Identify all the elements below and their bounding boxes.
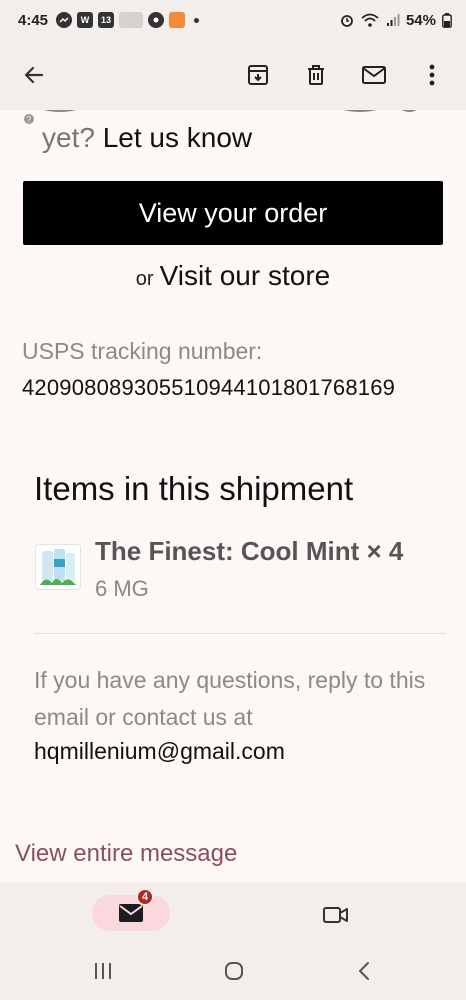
help-icon: ? <box>24 114 34 124</box>
visit-store-link[interactable]: Visit our store <box>160 260 331 291</box>
let-us-know-link[interactable]: Let us know <box>103 122 252 153</box>
alarm-icon <box>341 15 353 27</box>
back-arrow-icon[interactable] <box>20 61 48 89</box>
mail-badge: 4 <box>136 888 154 906</box>
status-bar: 4:45 W 13 54% <box>0 0 466 40</box>
back-nav-icon[interactable] <box>356 961 372 986</box>
signal-icon <box>386 14 400 26</box>
system-nav-bar <box>0 945 466 1000</box>
bottom-nav: 4 <box>0 883 466 945</box>
archive-icon[interactable] <box>244 61 272 89</box>
tracking-label: USPS tracking number: <box>22 338 263 364</box>
view-entire-message-link[interactable]: View entire message <box>15 840 237 868</box>
questions-text: If you have any questions, reply to this… <box>34 667 426 730</box>
mark-unread-icon[interactable] <box>360 61 388 89</box>
view-order-button[interactable]: View your order <box>23 181 443 245</box>
divider <box>34 633 446 634</box>
bodyweight-icon <box>119 12 144 28</box>
notification-icons: W 13 <box>56 12 200 28</box>
home-icon[interactable] <box>224 961 244 986</box>
clipped-text-fragment <box>43 110 417 112</box>
or-text: or <box>135 268 154 290</box>
battery-percent: 54% <box>405 11 436 29</box>
tracking-number[interactable]: 420908089305510944101801768169 <box>22 375 395 401</box>
delete-icon[interactable] <box>302 61 330 89</box>
email-body: ? yet? Let us know View your order or Vis… <box>0 110 466 883</box>
recent-apps-icon[interactable] <box>93 961 113 986</box>
target-icon <box>148 12 165 28</box>
battery-icon <box>442 12 452 28</box>
more-vert-icon[interactable] <box>418 61 446 89</box>
mail-tab[interactable] <box>92 895 170 931</box>
meet-tab[interactable] <box>322 905 350 930</box>
wifi-icon <box>361 13 379 27</box>
contact-email-link[interactable]: hqmillenium@gmail.com <box>34 738 285 765</box>
status-right: 54% <box>340 12 452 29</box>
product-name: The Finest: Cool Mint × 4 <box>95 536 404 566</box>
messenger-icon <box>56 12 73 28</box>
items-heading: Items in this shipment <box>34 470 354 507</box>
product-variant: 6 MG <box>95 576 149 601</box>
email-toolbar <box>0 40 466 110</box>
help-prefix: yet? <box>42 122 95 153</box>
help-line: yet? Let us know <box>42 122 252 154</box>
status-time: 4:45 <box>18 11 49 29</box>
product-image[interactable] <box>35 544 81 590</box>
more-notifications-dot <box>194 17 200 23</box>
calendar-13-icon: 13 <box>98 12 115 28</box>
video-camera-icon <box>323 907 348 923</box>
orange-app-icon <box>169 12 186 28</box>
w-icon: W <box>77 12 94 28</box>
visit-store-line: or Visit our store <box>0 260 466 292</box>
mail-icon <box>119 904 143 922</box>
